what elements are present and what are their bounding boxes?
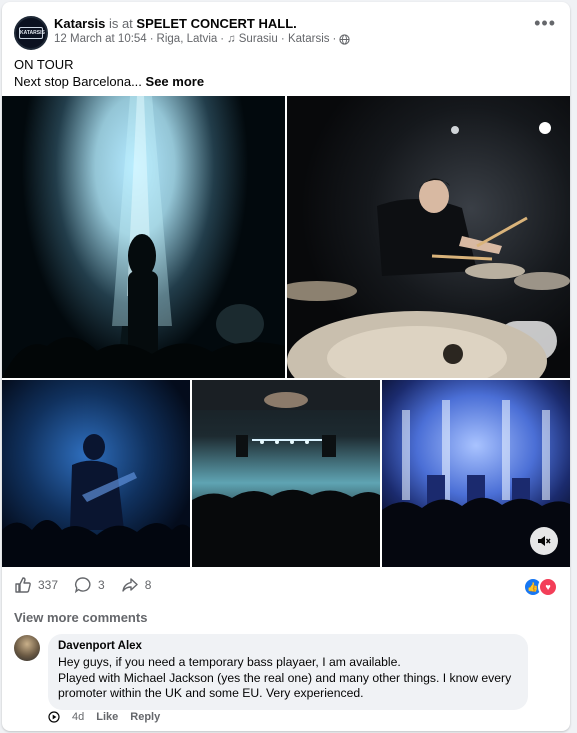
comment-text-line-1: Hey guys, if you need a temporary bass p…: [58, 655, 401, 669]
author-name[interactable]: Katarsis: [54, 16, 105, 31]
photo-band-on-stage[interactable]: [382, 380, 570, 567]
music-note-icon: ♫: [227, 33, 236, 45]
post-header: Katarsis is at SPELET CONCERT HALL.: [54, 16, 297, 31]
comment-footer: 4d Like Reply: [48, 711, 160, 723]
caption-line-1: ON TOUR: [14, 57, 74, 72]
photo-concert-hall[interactable]: [192, 380, 380, 567]
spotlight-beams: [2, 96, 285, 378]
post-location[interactable]: Riga, Latvia: [157, 33, 218, 45]
comment-text-line-2: Played with Michael Jackson (yes the rea…: [58, 670, 512, 701]
caption-line-2: Next stop Barcelona...: [14, 74, 142, 89]
post-caption: ON TOUR Next stop Barcelona... See more: [14, 56, 204, 90]
speaker-muted-icon: [538, 536, 551, 546]
post-card: KATARSIS Katarsis is at SPELET CONCERT H…: [2, 2, 570, 731]
page-avatar[interactable]: KATARSIS: [14, 16, 48, 50]
see-more-link[interactable]: See more: [146, 74, 205, 89]
post-actions-bar: 337 3 8: [14, 576, 151, 594]
comment-reply-button[interactable]: Reply: [130, 711, 160, 723]
likes-count: 337: [38, 578, 59, 592]
more-options-button[interactable]: •••: [534, 14, 556, 32]
comment-like-button[interactable]: Like: [96, 711, 118, 723]
photo-drummer[interactable]: [287, 96, 570, 378]
place-name[interactable]: SPELET CONCERT HALL.: [136, 16, 296, 31]
thumbs-up-icon: [15, 577, 31, 593]
photo-guitarist[interactable]: [2, 380, 190, 567]
commenter-avatar[interactable]: [14, 635, 40, 661]
shares-count: 8: [144, 578, 152, 592]
reactions-summary[interactable]: 👍 ♥: [523, 577, 558, 597]
concert-hall-illustration: [192, 380, 380, 567]
globe-icon: [339, 33, 350, 45]
share-button[interactable]: 8: [121, 576, 152, 594]
play-circle-icon: [48, 711, 60, 723]
comment-time[interactable]: 4d: [72, 711, 84, 723]
guitarist-illustration: [2, 434, 190, 567]
view-more-comments-link[interactable]: View more comments: [14, 610, 147, 625]
love-reaction-icon: ♥: [538, 577, 558, 597]
comment-bubble: Davenport Alex Hey guys, if you need a t…: [48, 634, 528, 710]
avatar-logo: KATARSIS: [19, 27, 45, 39]
post-date[interactable]: 12 March at 10:54: [54, 33, 147, 45]
comment-icon: [74, 577, 91, 594]
mute-button[interactable]: [530, 527, 558, 555]
comments-count: 3: [98, 578, 105, 592]
like-button[interactable]: 337: [14, 576, 58, 594]
post-meta: 12 March at 10:54 · Riga, Latvia · ♫ Sur…: [54, 33, 350, 45]
is-at-text: is at: [108, 16, 133, 31]
photo-singer-spotlight[interactable]: [2, 96, 285, 378]
share-icon: [122, 578, 138, 592]
comment-author[interactable]: Davenport Alex: [58, 640, 518, 652]
drummer-illustration: [287, 122, 570, 378]
comment-button[interactable]: 3: [74, 576, 105, 594]
song-name[interactable]: Surasiu · Katarsis: [239, 33, 330, 45]
